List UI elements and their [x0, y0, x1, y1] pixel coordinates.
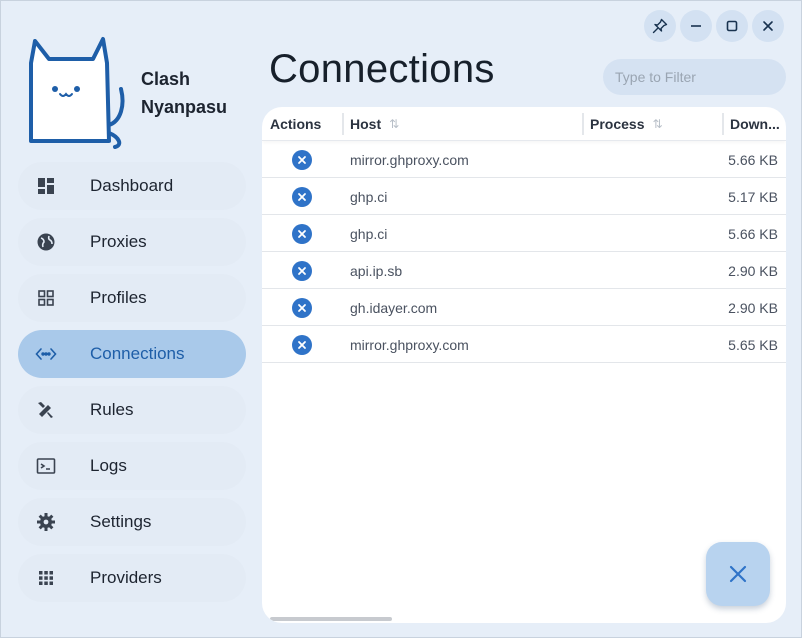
sidebar-item-label: Profiles: [90, 288, 147, 307]
table-header: Actions Host ⇅ Process ⇅ Down...: [262, 107, 786, 141]
cat-logo-icon: [29, 37, 125, 149]
host-cell: mirror.ghproxy.com: [350, 151, 469, 168]
column-separator[interactable]: [342, 113, 344, 135]
sidebar-item-logs[interactable]: Logs: [18, 442, 246, 490]
host-cell: gh.idayer.com: [350, 299, 438, 316]
close-connection-button[interactable]: [292, 260, 312, 281]
sidebar-item-label: Settings: [90, 512, 152, 531]
sidebar-item-proxies[interactable]: Proxies: [18, 218, 246, 266]
close-icon: [763, 21, 773, 31]
sidebar-item-label: Rules: [90, 400, 134, 419]
download-cell: 5.66 KB: [728, 151, 778, 168]
sidebar-item-label: Logs: [90, 456, 127, 475]
host-cell: mirror.ghproxy.com: [350, 336, 469, 353]
app-window: Clash Nyanpasu Dashboard Proxies Profile…: [0, 0, 802, 638]
sort-icon: ⇅: [652, 117, 663, 131]
close-connection-button[interactable]: [292, 297, 312, 318]
minimize-button[interactable]: [680, 10, 712, 42]
download-cell: 5.17 KB: [728, 188, 778, 205]
sidebar-item-label: Proxies: [90, 232, 147, 251]
table-row: gh.idayer.com 2.90 KB: [262, 289, 786, 326]
minimize-icon: [691, 25, 701, 27]
table-row: ghp.ci 5.17 KB: [262, 178, 786, 215]
close-icon: [298, 229, 306, 238]
sidebar-item-label: Providers: [90, 568, 162, 587]
table-row: api.ip.sb 2.90 KB: [262, 252, 786, 289]
download-cell: 2.90 KB: [728, 262, 778, 279]
close-window-button[interactable]: [752, 10, 784, 42]
brand: Clash Nyanpasu: [27, 33, 247, 149]
connections-table: Actions Host ⇅ Process ⇅ Down... mirror.…: [262, 107, 786, 623]
close-all-icon: [729, 565, 747, 583]
window-controls: [644, 10, 784, 42]
column-header-host[interactable]: Host ⇅: [342, 107, 400, 141]
app-name-line1: Clash: [141, 69, 191, 89]
host-cell: ghp.ci: [350, 225, 388, 242]
close-icon: [298, 155, 306, 164]
terminal-icon: [35, 455, 57, 477]
sort-icon: ⇅: [389, 117, 400, 131]
sidebar-item-providers[interactable]: Providers: [18, 554, 246, 602]
code-dots-icon: [35, 343, 57, 365]
apps-icon: [35, 567, 57, 589]
tools-icon: [35, 399, 57, 421]
close-connection-button[interactable]: [292, 334, 312, 355]
close-connection-button[interactable]: [292, 223, 312, 244]
pin-button[interactable]: [644, 10, 676, 42]
host-cell: ghp.ci: [350, 188, 388, 205]
table-row: ghp.ci 5.66 KB: [262, 215, 786, 252]
sidebar-item-connections[interactable]: Connections: [18, 330, 246, 378]
sidebar-item-label: Connections: [90, 344, 185, 363]
app-name: Clash Nyanpasu: [141, 65, 227, 121]
dashboard-icon: [35, 175, 57, 197]
close-all-connections-button[interactable]: [706, 542, 770, 606]
close-icon: [298, 192, 306, 201]
column-separator[interactable]: [582, 113, 584, 135]
horizontal-scrollbar[interactable]: [270, 617, 392, 621]
app-name-line2: Nyanpasu: [141, 97, 228, 117]
page-title: Connections: [269, 47, 495, 91]
sidebar-item-profiles[interactable]: Profiles: [18, 274, 246, 322]
filter-input[interactable]: [603, 59, 786, 95]
sidebar-item-rules[interactable]: Rules: [18, 386, 246, 434]
sidebar-item-label: Dashboard: [90, 176, 174, 195]
column-header-process[interactable]: Process ⇅: [582, 107, 663, 141]
table-row: mirror.ghproxy.com 5.65 KB: [262, 326, 786, 363]
download-cell: 5.65 KB: [728, 336, 778, 353]
column-header-actions[interactable]: Actions: [270, 107, 321, 141]
column-header-download[interactable]: Down...: [722, 107, 780, 141]
download-cell: 2.90 KB: [728, 299, 778, 316]
maximize-icon: [726, 20, 738, 32]
sidebar-item-settings[interactable]: Settings: [18, 498, 246, 546]
sidebar-item-dashboard[interactable]: Dashboard: [18, 162, 246, 210]
download-cell: 5.66 KB: [728, 225, 778, 242]
pin-icon: [652, 18, 668, 34]
table-row: mirror.ghproxy.com 5.66 KB: [262, 141, 786, 178]
host-cell: api.ip.sb: [350, 262, 403, 279]
maximize-button[interactable]: [716, 10, 748, 42]
column-separator[interactable]: [722, 113, 724, 135]
close-connection-button[interactable]: [292, 149, 312, 170]
close-connection-button[interactable]: [292, 186, 312, 207]
close-icon: [298, 340, 306, 349]
close-icon: [298, 266, 306, 275]
grid-icon: [35, 287, 57, 309]
sidebar-nav: Dashboard Proxies Profiles Connections R…: [18, 162, 246, 610]
close-icon: [298, 303, 306, 312]
globe-icon: [35, 231, 57, 253]
gear-icon: [35, 511, 57, 533]
